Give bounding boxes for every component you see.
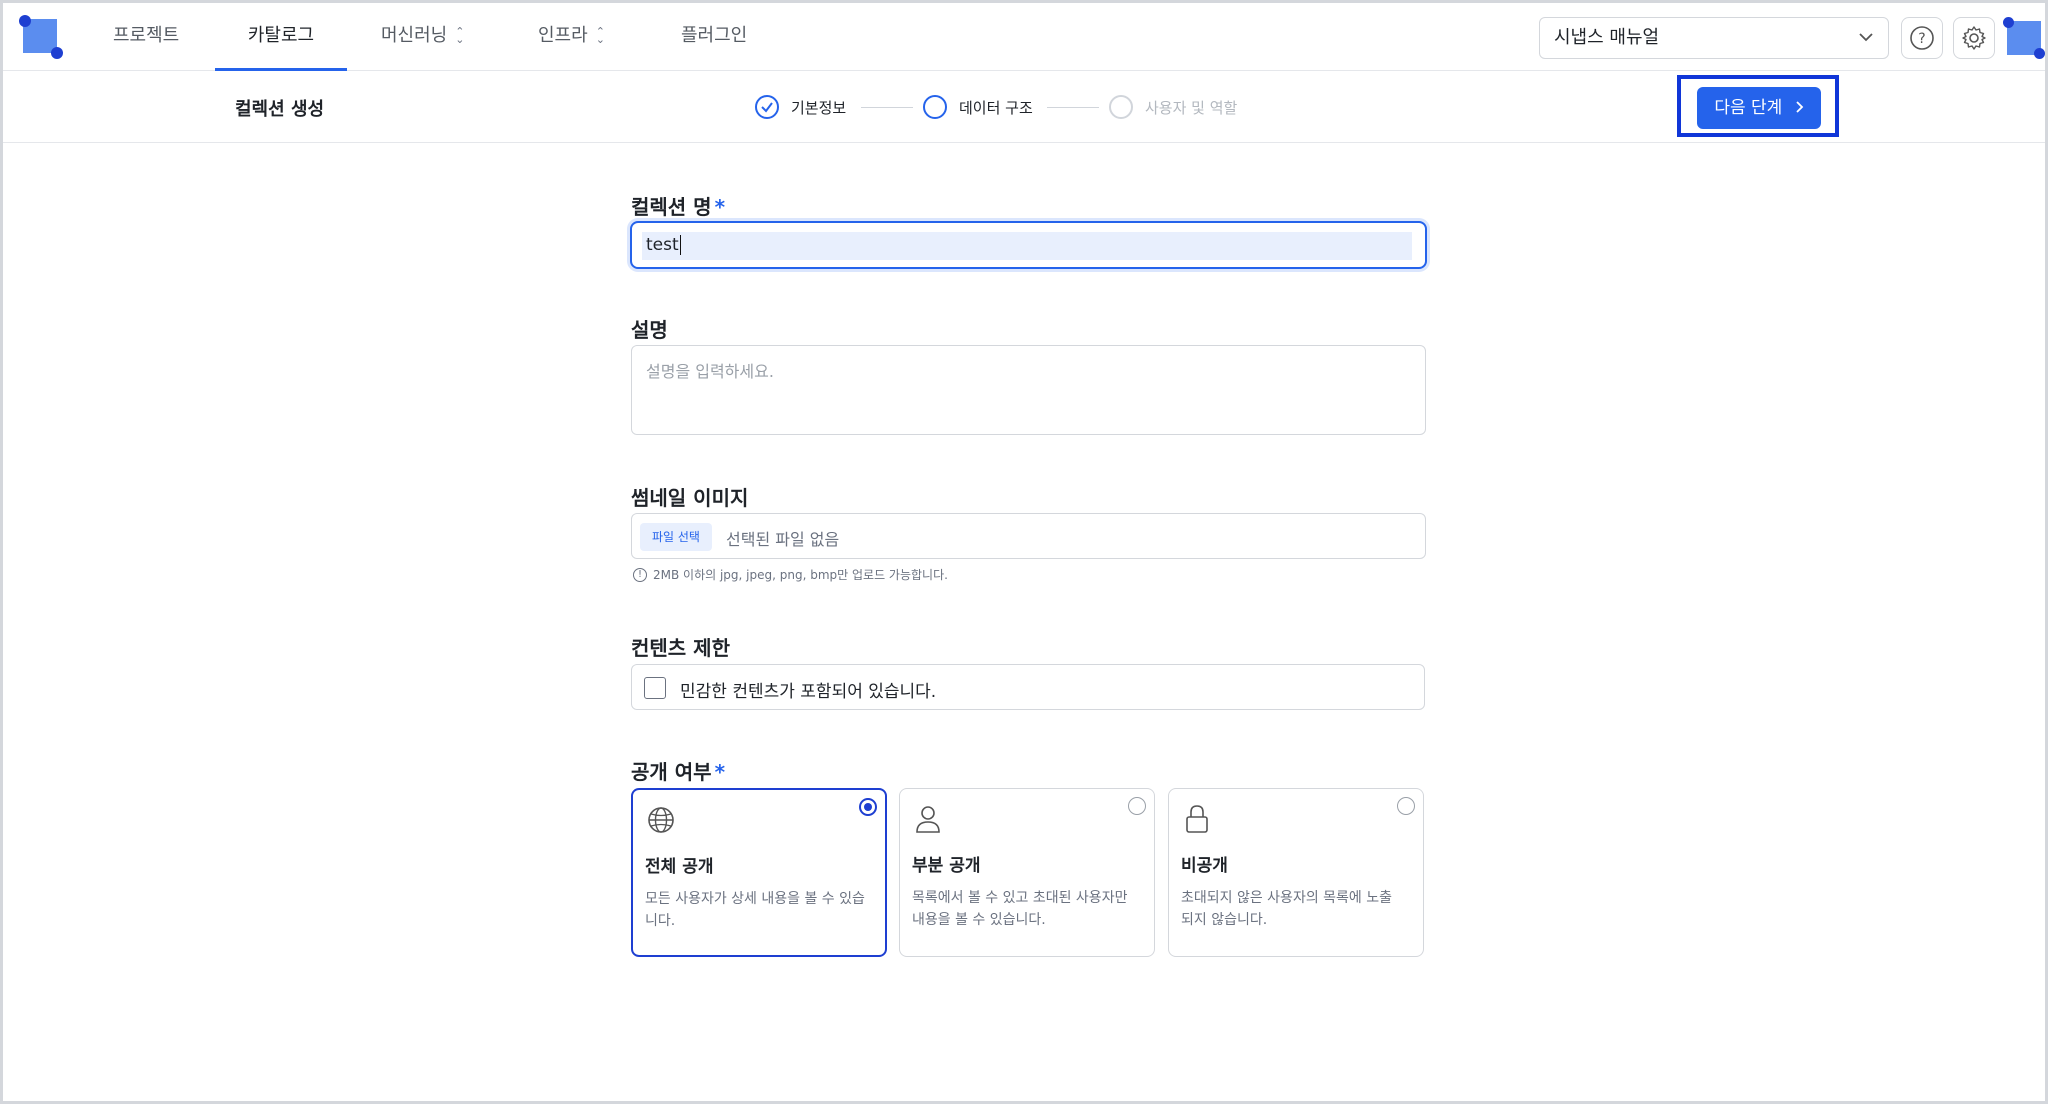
top-nav: 프로젝트 카탈로그 머신러닝 ⌃ ⌄ 인프라 ⌃ ⌄ 플러그인 시냅스 매뉴얼 ? (3, 3, 2045, 71)
page-title: 컬렉션 생성 (235, 99, 325, 120)
step-connector (1047, 107, 1099, 108)
description-label: 설명 (631, 318, 668, 342)
step-connector (861, 107, 913, 108)
visibility-option-private[interactable]: 비공개 초대되지 않은 사용자의 목록에 노출되지 않습니다. (1168, 788, 1424, 957)
radio-unselected[interactable] (1128, 797, 1146, 815)
nav-item-plugins[interactable]: 플러그인 (681, 3, 747, 71)
check-icon (755, 95, 779, 119)
next-step-button[interactable]: 다음 단계 (1697, 87, 1821, 129)
manual-select[interactable]: 시냅스 매뉴얼 (1539, 17, 1889, 59)
chevron-right-icon (1794, 98, 1804, 118)
nav-item-catalog[interactable]: 카탈로그 (215, 3, 347, 71)
visibility-option-partial[interactable]: 부분 공개 목록에서 볼 수 있고 초대된 사용자만 내용을 볼 수 있습니다. (899, 788, 1155, 957)
wizard-header: 컬렉션 생성 기본정보 데이터 구조 사용자 및 역할 다음 단계 (3, 71, 2045, 143)
visibility-label: 공개 여부 * (631, 760, 726, 784)
file-hint: ! 2MB 이하의 jpg, jpeg, png, bmp만 업로드 가능합니다… (633, 566, 948, 583)
sensitive-content-row[interactable]: 민감한 컨텐츠가 포함되어 있습니다. (631, 664, 1425, 710)
user-icon (916, 806, 940, 833)
help-icon: ? (1910, 26, 1934, 50)
description-textarea[interactable]: 설명을 입력하세요. (631, 345, 1426, 435)
nav-item-machine-learning[interactable]: 머신러닝 ⌃ ⌄ (381, 3, 464, 71)
thumbnail-file-input[interactable]: 파일 선택 선택된 파일 없음 (631, 513, 1426, 559)
settings-button[interactable] (1953, 17, 1995, 59)
visibility-option-public[interactable]: 전체 공개 모든 사용자가 상세 내용을 볼 수 있습니다. (631, 788, 887, 957)
collection-name-label: 컬렉션 명 * (631, 195, 726, 219)
content-restriction-label: 컨텐츠 제한 (631, 636, 730, 660)
chevron-down-icon (1858, 18, 1874, 73)
thumbnail-label: 썸네일 이미지 (631, 486, 749, 510)
step-basic-info: 기본정보 (755, 94, 846, 120)
info-icon: ! (633, 567, 647, 582)
file-select-button[interactable]: 파일 선택 (640, 523, 712, 551)
chevron-up-down-icon: ⌃ ⌄ (595, 25, 605, 46)
logo[interactable] (19, 15, 63, 59)
gear-icon (1962, 26, 1986, 50)
step-data-structure: 데이터 구조 (923, 94, 1033, 120)
step-circle-icon (923, 95, 947, 119)
file-none-text: 선택된 파일 없음 (726, 530, 840, 549)
radio-selected[interactable] (859, 798, 877, 816)
nav-item-infra[interactable]: 인프라 ⌃ ⌄ (538, 3, 605, 71)
chevron-up-down-icon: ⌃ ⌄ (455, 25, 465, 46)
help-button[interactable]: ? (1901, 17, 1943, 59)
radio-unselected[interactable] (1397, 797, 1415, 815)
svg-text:?: ? (1918, 31, 1925, 47)
avatar[interactable] (2003, 17, 2045, 59)
step-circle-icon (1109, 95, 1133, 119)
globe-icon (648, 807, 674, 833)
lock-icon (1186, 805, 1208, 833)
nav-item-projects[interactable]: 프로젝트 (113, 3, 179, 71)
step-users-roles: 사용자 및 역할 (1109, 94, 1237, 120)
app-window: 프로젝트 카탈로그 머신러닝 ⌃ ⌄ 인프라 ⌃ ⌄ 플러그인 시냅스 매뉴얼 ? (0, 0, 2048, 1104)
sensitive-content-checkbox[interactable] (644, 677, 666, 699)
collection-name-input[interactable]: test (630, 221, 1427, 269)
